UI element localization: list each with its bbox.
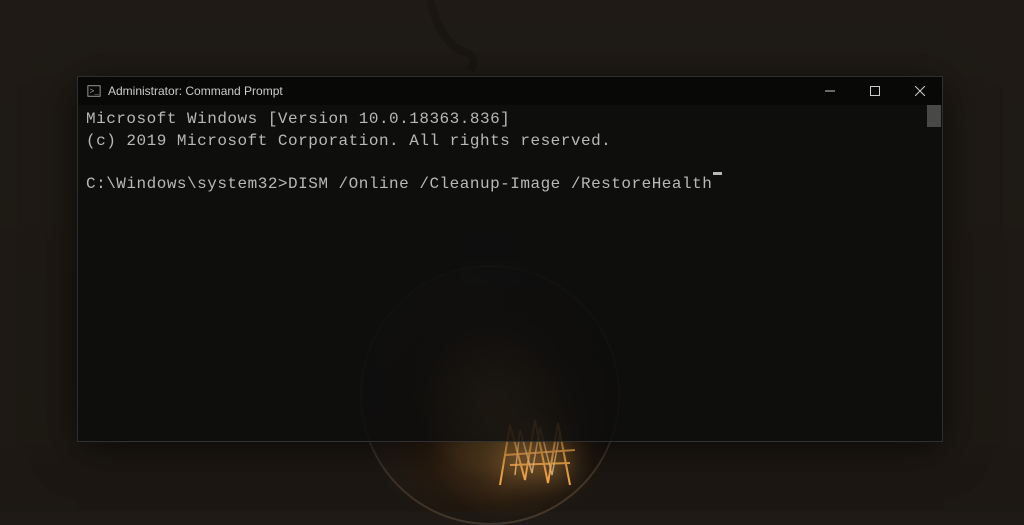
cmd-icon: >_ [86,83,102,99]
maximize-button[interactable] [852,77,897,105]
window-controls [807,77,942,105]
titlebar[interactable]: >_ Administrator: Command Prompt [78,77,942,105]
prompt-line: C:\Windows\system32>DISM /Online /Cleanu… [86,174,934,196]
output-line-version: Microsoft Windows [Version 10.0.18363.83… [86,109,934,131]
svg-text:>_: >_ [90,88,100,97]
minimize-button[interactable] [807,77,852,105]
wallpaper-decoration [420,0,500,80]
prompt-path: C:\Windows\system32> [86,174,288,196]
scrollbar-thumb[interactable] [927,105,941,127]
output-line-copyright: (c) 2019 Microsoft Corporation. All righ… [86,131,934,153]
output-blank-line [86,152,934,174]
cursor [713,172,722,175]
terminal-output[interactable]: Microsoft Windows [Version 10.0.18363.83… [78,105,942,441]
window-title: Administrator: Command Prompt [108,84,283,98]
typed-command: DISM /Online /Cleanup-Image /RestoreHeal… [288,174,712,196]
close-button[interactable] [897,77,942,105]
command-prompt-window: >_ Administrator: Command Prompt Microso… [77,76,943,442]
